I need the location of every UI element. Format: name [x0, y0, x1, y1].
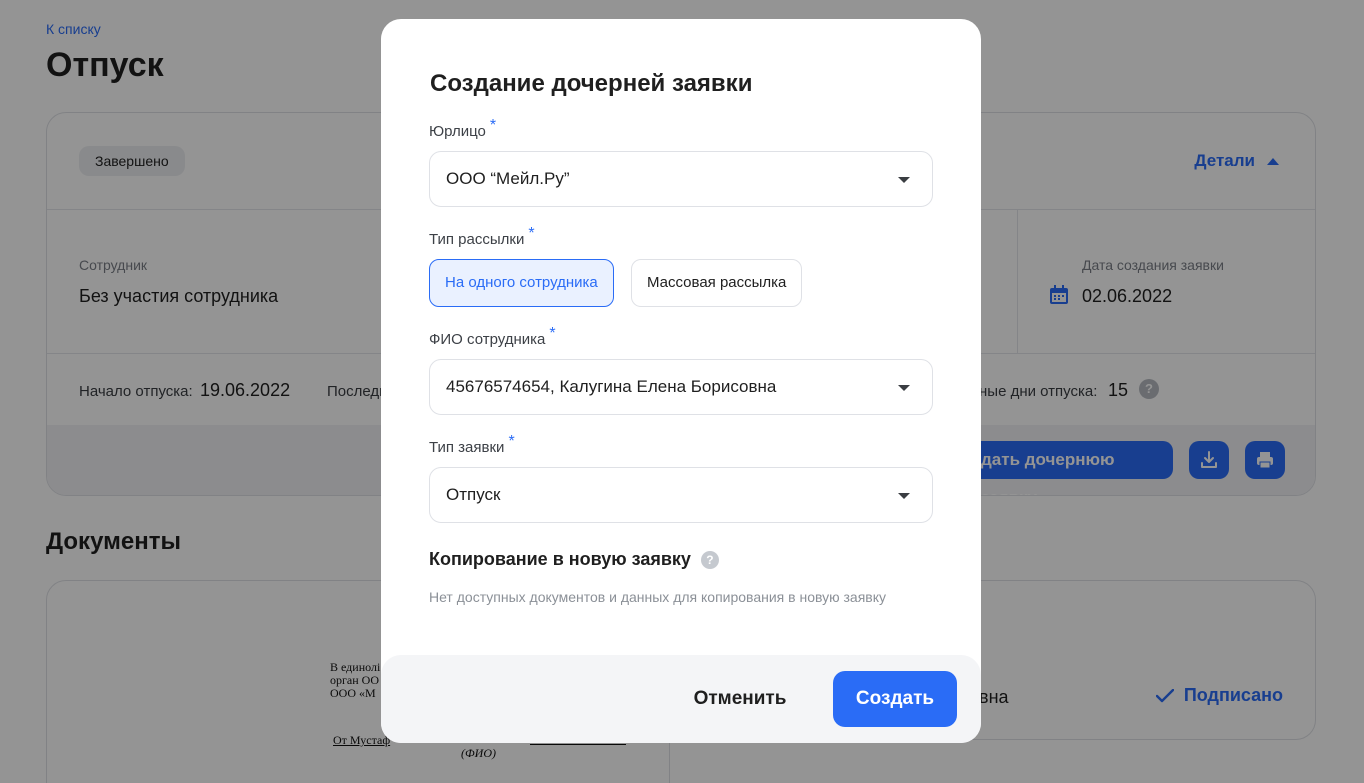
- dropdown-arrow-icon: [898, 493, 910, 499]
- required-mark: *: [489, 117, 497, 134]
- request-type-value: Отпуск: [446, 485, 501, 504]
- modal-title: Создание дочерней заявки: [430, 70, 753, 97]
- request-type-label: Тип заявки *: [429, 433, 515, 457]
- mailing-type-mass-option[interactable]: Массовая рассылка: [631, 259, 803, 307]
- required-mark: *: [549, 325, 556, 342]
- copy-section-note: Нет доступных документов и данных для ко…: [429, 589, 887, 605]
- dropdown-arrow-icon: [898, 177, 910, 183]
- cancel-button[interactable]: Отменить: [681, 671, 799, 727]
- copy-section-title-text: Копирование в новую заявку: [429, 549, 691, 569]
- employee-value: 45676574654, Калугина Елена Борисовна: [446, 377, 777, 396]
- modal-footer: Отменить Создать: [381, 655, 981, 743]
- required-mark: *: [528, 225, 535, 242]
- legal-entity-label: Юрлицо *: [429, 117, 496, 141]
- mailing-type-single-option[interactable]: На одного сотрудника: [429, 259, 614, 307]
- mailing-type-label-text: Тип рассылки: [429, 231, 525, 248]
- legal-entity-value: ООО “Мейл.Ру”: [446, 169, 570, 188]
- employee-label-text: ФИО сотрудника: [429, 331, 546, 348]
- employee-select[interactable]: 45676574654, Калугина Елена Борисовна: [429, 359, 933, 415]
- legal-entity-label-text: Юрлицо: [429, 123, 486, 140]
- legal-entity-select[interactable]: ООО “Мейл.Ру”: [429, 151, 933, 207]
- create-button[interactable]: Создать: [833, 671, 957, 727]
- dropdown-arrow-icon: [898, 385, 910, 391]
- required-mark: *: [508, 433, 515, 450]
- mailing-type-label: Тип рассылки *: [429, 225, 535, 249]
- create-child-request-modal: Создание дочерней заявки Юрлицо * ООО “Ме…: [381, 19, 981, 743]
- request-type-label-text: Тип заявки: [429, 439, 505, 456]
- request-type-select[interactable]: Отпуск: [429, 467, 933, 523]
- copy-section-title: Копирование в новую заявку ?: [429, 549, 719, 570]
- employee-label: ФИО сотрудника *: [429, 325, 556, 349]
- help-icon[interactable]: ?: [700, 550, 719, 569]
